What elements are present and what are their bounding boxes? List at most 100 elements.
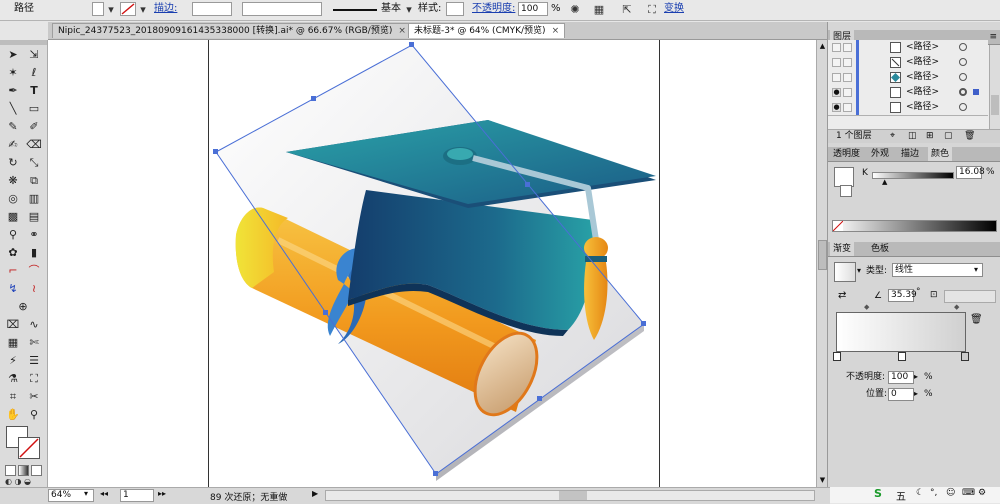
zoom-tool-icon[interactable]: ⚲ bbox=[24, 406, 44, 423]
target-icon[interactable] bbox=[959, 103, 967, 111]
shirt-icon[interactable]: ⚙ bbox=[978, 488, 986, 498]
lock-toggle[interactable] bbox=[843, 88, 852, 97]
stop-opacity-field[interactable]: 100 bbox=[888, 371, 914, 384]
target-icon[interactable] bbox=[959, 58, 967, 66]
slice-tool-icon[interactable]: ▦ bbox=[3, 334, 23, 351]
paintbrush-tool-icon[interactable]: ✎ bbox=[3, 118, 23, 135]
recolor-icon[interactable]: ✺ bbox=[568, 3, 582, 17]
convert-anchor-tool-icon[interactable]: ⌒ bbox=[24, 262, 44, 279]
none-mode-button[interactable] bbox=[31, 465, 42, 476]
crop-tool-icon[interactable]: ⌗ bbox=[3, 388, 23, 405]
eyedropper-tool-icon[interactable]: ⚲ bbox=[3, 226, 23, 243]
scrollbar-thumb[interactable] bbox=[559, 491, 587, 500]
horizontal-scrollbar[interactable] bbox=[325, 490, 815, 501]
color-mode-button[interactable] bbox=[5, 465, 16, 476]
symbol-sprayer-tool-icon[interactable]: ✿ bbox=[3, 244, 23, 261]
aspect-ratio-icon[interactable]: ⊡ bbox=[930, 290, 938, 300]
tab-appearance[interactable]: 外观 bbox=[868, 147, 892, 161]
chevron-down-icon[interactable]: ▾ bbox=[136, 3, 150, 17]
visibility-toggle[interactable] bbox=[832, 58, 841, 67]
aspect-ratio-field[interactable] bbox=[944, 290, 996, 303]
stroke-color-box[interactable] bbox=[18, 437, 40, 459]
midpoint-diamond-icon[interactable]: ◆ bbox=[954, 303, 959, 311]
lock-toggle[interactable] bbox=[843, 103, 852, 112]
shape-builder-tool-icon[interactable]: ◎ bbox=[3, 190, 23, 207]
transform-link[interactable]: 变换 bbox=[664, 3, 684, 15]
chevron-right-icon[interactable]: ▸ bbox=[914, 389, 918, 398]
draw-mode-icon[interactable]: ◐ ◑ ◒ bbox=[5, 477, 43, 486]
selection-tool-icon[interactable]: ➤ bbox=[3, 46, 23, 63]
target-icon[interactable] bbox=[959, 43, 967, 51]
layer-row[interactable]: <路径> bbox=[828, 70, 988, 86]
knife-tool-icon[interactable]: ✂ bbox=[24, 388, 44, 405]
selection-handle[interactable] bbox=[525, 182, 530, 187]
target-icon[interactable] bbox=[959, 88, 967, 96]
gradient-tool-icon[interactable]: ▤ bbox=[24, 208, 44, 225]
delete-icon[interactable]: 🗑 bbox=[964, 130, 975, 143]
locate-object-icon[interactable]: ⌖ bbox=[890, 130, 895, 143]
layer-name[interactable]: <路径> bbox=[906, 85, 939, 100]
stroke-swatch[interactable] bbox=[120, 2, 136, 16]
eye-icon[interactable]: ● bbox=[832, 103, 841, 112]
status-menu-icon[interactable]: ▶ bbox=[312, 489, 318, 498]
midpoint-diamond-icon[interactable]: ◆ bbox=[864, 303, 869, 311]
mesh-tool-icon[interactable]: ▩ bbox=[3, 208, 23, 225]
gradient-ramp[interactable] bbox=[836, 312, 966, 352]
reverse-gradient-icon[interactable]: ⇄ bbox=[838, 290, 846, 301]
transform-icon[interactable]: ⛶ bbox=[645, 3, 659, 17]
crosshair-tool-icon[interactable]: ⊕ bbox=[13, 298, 33, 315]
pen-tool-icon[interactable]: ✒ bbox=[3, 82, 23, 99]
line-tool-icon[interactable]: ╲ bbox=[3, 100, 23, 117]
scrollbar-thumb[interactable] bbox=[991, 95, 999, 115]
target-icon[interactable] bbox=[959, 73, 967, 81]
clipping-mask-icon[interactable]: ◫ bbox=[908, 130, 917, 143]
tab-stroke[interactable]: 描边 bbox=[898, 147, 922, 161]
slider-handle-icon[interactable]: ▲ bbox=[882, 178, 887, 186]
gradient-mode-button[interactable] bbox=[18, 465, 29, 476]
stop-location-field[interactable]: 0 bbox=[888, 388, 914, 401]
k-value-field[interactable]: 16.08 bbox=[956, 166, 985, 179]
punctuation-icon[interactable]: °, bbox=[930, 488, 937, 498]
lock-toggle[interactable] bbox=[843, 73, 852, 82]
stroke-weight-field[interactable] bbox=[192, 2, 232, 16]
perspective-grid-tool-icon[interactable]: ▥ bbox=[24, 190, 44, 207]
align-icon[interactable]: ▦ bbox=[592, 3, 606, 17]
width-tool-icon[interactable]: ≀ bbox=[24, 280, 44, 297]
sogou-icon[interactable]: S bbox=[874, 487, 882, 500]
ime-mode[interactable]: 五 bbox=[896, 488, 906, 503]
no-color-icon[interactable] bbox=[833, 221, 843, 231]
artboard-tool-icon[interactable]: ⌧ bbox=[3, 316, 23, 333]
smile-icon[interactable]: ☺ bbox=[946, 488, 955, 498]
graph-tool-icon[interactable]: ⚡ bbox=[3, 352, 23, 369]
document-tab-nipic[interactable]: Nipic_24377523_20180909161435338000 [转换]… bbox=[52, 23, 412, 38]
visibility-toggle[interactable] bbox=[832, 73, 841, 82]
page-select[interactable]: 1 bbox=[120, 489, 154, 502]
close-icon[interactable]: × bbox=[552, 26, 560, 36]
selection-handle[interactable] bbox=[433, 471, 438, 476]
magic-wand-tool-icon[interactable]: ✶ bbox=[3, 64, 23, 81]
tab-transparency[interactable]: 透明度 bbox=[830, 147, 863, 161]
layer-row[interactable]: <路径> bbox=[828, 55, 988, 71]
live-paint-selection-tool-icon[interactable]: ⛶ bbox=[24, 370, 44, 387]
scrollbar-thumb[interactable] bbox=[818, 240, 827, 270]
live-paint-tool-icon[interactable]: ⚗ bbox=[3, 370, 23, 387]
layer-name[interactable]: <路径> bbox=[906, 70, 939, 85]
fill-swatch[interactable] bbox=[92, 2, 104, 16]
chevron-down-icon[interactable]: ▾ bbox=[857, 266, 861, 275]
free-transform-tool-icon[interactable]: ⧉ bbox=[24, 172, 44, 189]
color-stop[interactable] bbox=[898, 352, 906, 361]
pencil-tool-icon[interactable]: ✐ bbox=[24, 118, 44, 135]
scroll-down-icon[interactable]: ▼ bbox=[818, 476, 827, 484]
visibility-toggle[interactable] bbox=[832, 43, 841, 52]
list-tool-icon[interactable]: ☰ bbox=[24, 352, 44, 369]
selection-handle[interactable] bbox=[213, 149, 218, 154]
eraser-tool-icon[interactable]: ⌫ bbox=[24, 136, 44, 153]
selection-handle[interactable] bbox=[641, 321, 646, 326]
rotate-tool-icon[interactable]: ↻ bbox=[3, 154, 23, 171]
gradient-type-select[interactable]: 线性 bbox=[892, 263, 983, 277]
chevron-down-icon[interactable]: ▾ bbox=[84, 489, 88, 498]
chevron-down-icon[interactable]: ▾ bbox=[974, 265, 978, 274]
stroke-link[interactable]: 描边: bbox=[154, 3, 177, 15]
layer-name[interactable]: <路径> bbox=[906, 100, 939, 115]
scale-tool-icon[interactable]: ⤡ bbox=[24, 154, 44, 171]
